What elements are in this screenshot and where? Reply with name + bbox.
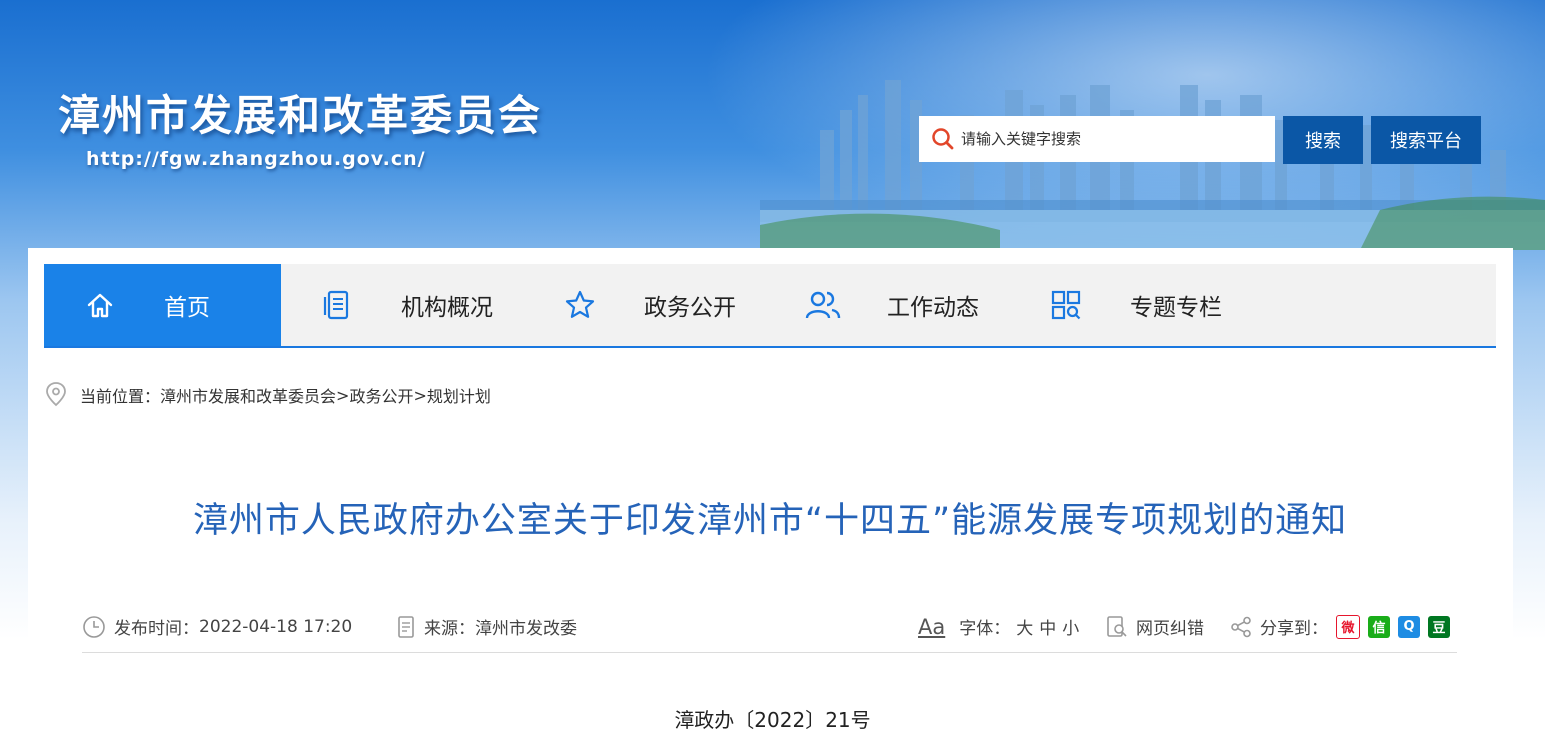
article-title: 漳州市人民政府办公室关于印发漳州市“十四五”能源发展专项规划的通知 xyxy=(192,501,1348,541)
font-size-icon: Aa xyxy=(918,614,946,639)
breadcrumb-link-government-affairs[interactable]: 政务公开 xyxy=(349,383,413,407)
home-icon xyxy=(80,285,120,325)
source-value: 漳州市发改委 xyxy=(475,619,577,639)
nav-item-label: 工作动态 xyxy=(887,295,979,321)
location-pin-icon xyxy=(46,382,66,407)
error-report-icon xyxy=(1107,615,1127,637)
source-label: 来源： xyxy=(424,619,475,639)
publish-time: 发布时间： 2022-04-18 17:20 xyxy=(82,614,352,639)
article-source: 来源： 漳州市发改委 xyxy=(396,614,577,639)
publish-time-value: 2022-04-18 17:20 xyxy=(199,616,353,637)
share-label: 分享到： xyxy=(1260,619,1328,639)
breadcrumb: 当前位置： 漳州市发展和改革委员会 > 政务公开 > 规划计划 xyxy=(44,380,491,410)
nav-item-label: 机构概况 xyxy=(401,295,493,321)
font-size-medium-button[interactable]: 中 xyxy=(1039,614,1056,639)
font-size-large-button[interactable]: 大 xyxy=(1016,614,1033,639)
publish-time-label: 发布时间： xyxy=(114,619,199,639)
document-icon xyxy=(398,615,414,638)
qq-icon[interactable]: Q xyxy=(1398,615,1420,638)
nav-item-work-news[interactable]: 工作动态 xyxy=(767,264,1010,346)
site-title: 漳州市发展和改革委员会 xyxy=(58,91,543,140)
error-report-label: 网页纠错 xyxy=(1136,619,1204,639)
users-icon xyxy=(803,285,843,325)
main-nav: 首页 机构概况 政务公开 工作动态 专题专栏 xyxy=(44,264,1496,348)
clock-icon xyxy=(83,615,105,638)
nav-item-home[interactable]: 首页 xyxy=(44,264,281,346)
weibo-icon[interactable]: 微 xyxy=(1336,614,1360,639)
share-bar: 分享到： 微 信 Q 豆 xyxy=(1230,614,1450,639)
nav-item-label: 专题专栏 xyxy=(1130,295,1222,321)
grid-search-icon xyxy=(1046,285,1086,325)
site-header: 漳州市发展和改革委员会 http://fgw.zhangzhou.gov.cn/… xyxy=(0,0,1545,250)
error-report-button[interactable]: 网页纠错 xyxy=(1106,614,1204,639)
site-url: http://fgw.zhangzhou.gov.cn/ xyxy=(86,148,426,170)
search-box xyxy=(919,116,1275,162)
search-button[interactable]: 搜索 xyxy=(1283,116,1363,164)
nav-item-organization[interactable]: 机构概况 xyxy=(281,264,524,346)
font-size-control: Aa 字体： 大 中 小 xyxy=(918,614,1079,640)
share-icon xyxy=(1231,616,1251,637)
article-meta: 发布时间： 2022-04-18 17:20 来源： 漳州市发改委 Aa 字体：… xyxy=(82,612,1457,653)
nav-item-label: 首页 xyxy=(164,295,210,321)
font-size-label: 字体： xyxy=(959,619,1011,639)
document-list-icon xyxy=(317,285,357,325)
search-icon xyxy=(932,128,954,150)
nav-item-special-topics[interactable]: 专题专栏 xyxy=(1010,264,1253,346)
nav-item-label: 政务公开 xyxy=(644,295,736,321)
breadcrumb-link-home[interactable]: 漳州市发展和改革委员会 xyxy=(160,383,336,407)
breadcrumb-separator: > xyxy=(336,385,350,405)
search-platform-button[interactable]: 搜索平台 xyxy=(1371,116,1481,164)
font-size-small-button[interactable]: 小 xyxy=(1062,614,1079,639)
search-input[interactable] xyxy=(959,129,1263,149)
document-number: 漳政办〔2022〕21号 xyxy=(674,708,871,732)
breadcrumb-link-planning[interactable]: 规划计划 xyxy=(427,383,491,407)
douban-icon[interactable]: 豆 xyxy=(1428,615,1450,638)
wechat-icon[interactable]: 信 xyxy=(1368,615,1390,638)
breadcrumb-separator: > xyxy=(413,385,427,405)
star-icon xyxy=(560,285,600,325)
nav-item-government-affairs[interactable]: 政务公开 xyxy=(524,264,767,346)
breadcrumb-prefix: 当前位置： xyxy=(80,387,161,406)
